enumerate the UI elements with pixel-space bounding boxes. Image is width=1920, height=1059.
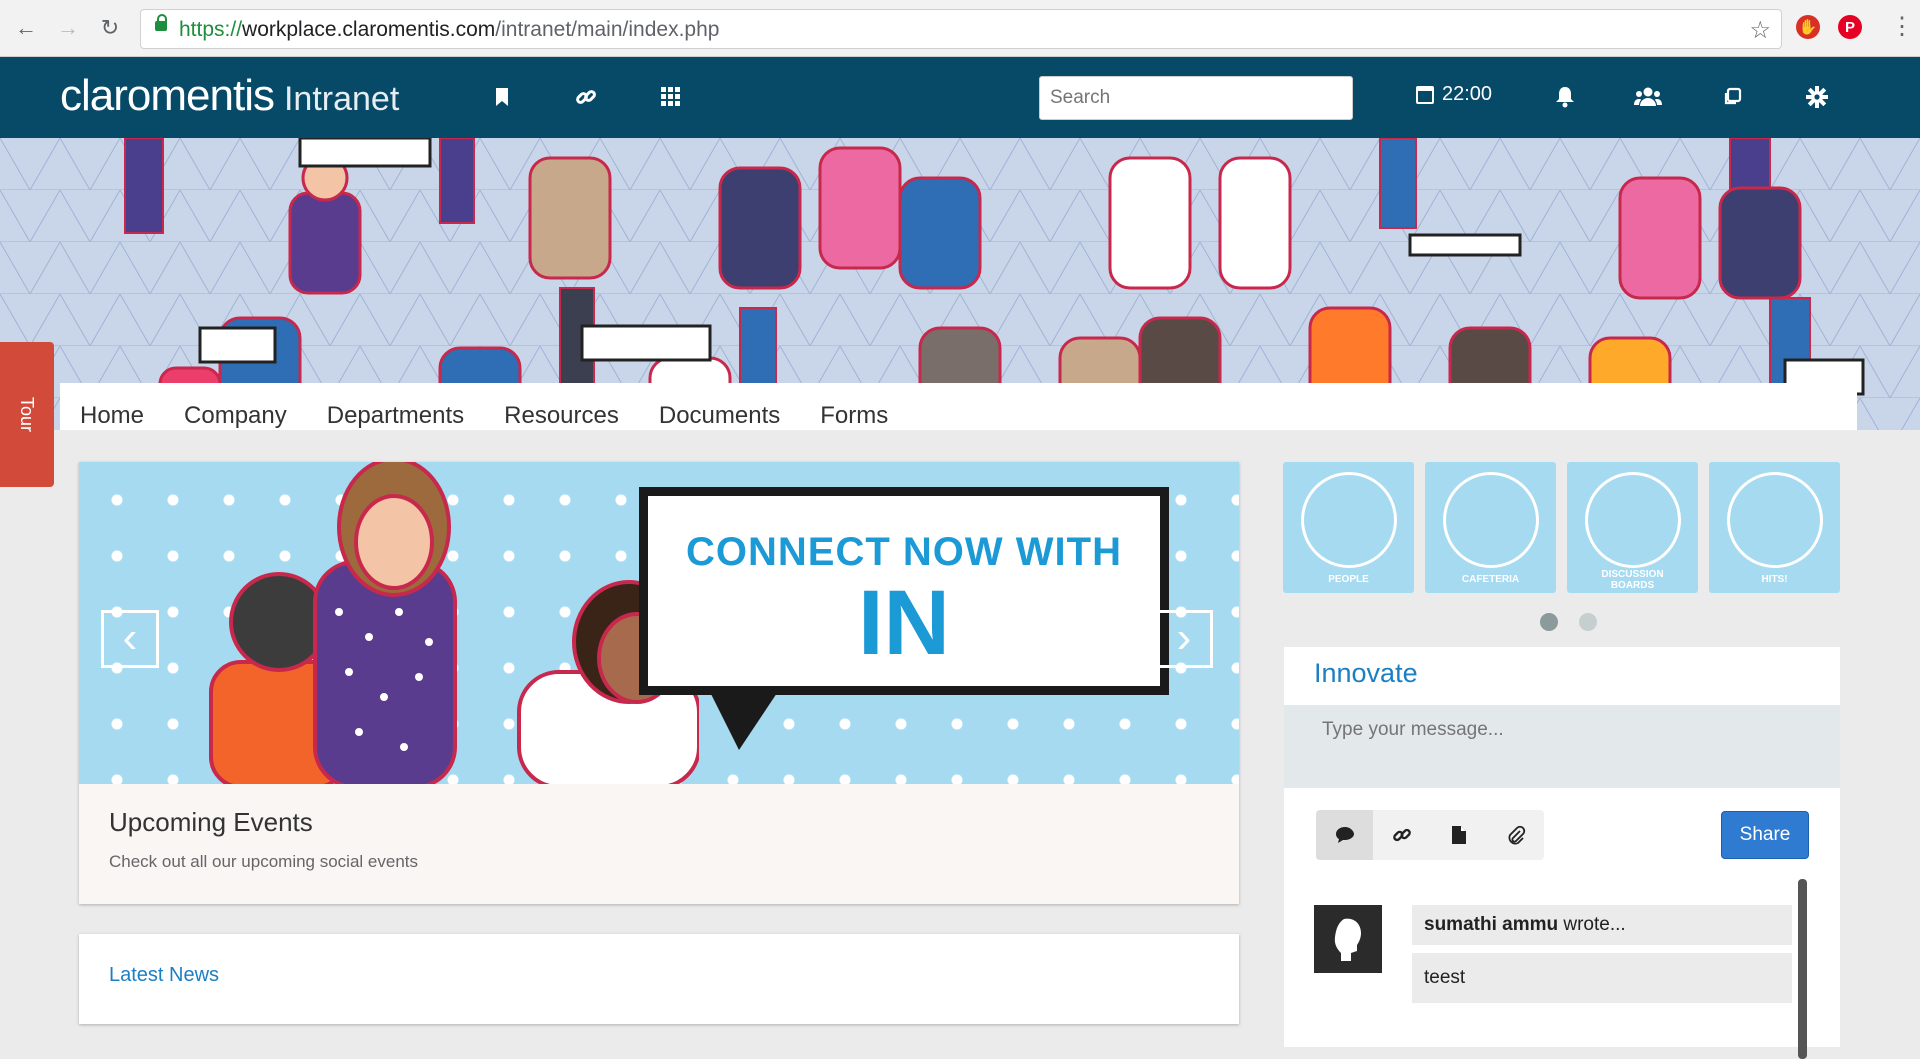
people-icon[interactable] — [1633, 82, 1663, 112]
banner-headline: CONNECT NOW WITH — [686, 530, 1122, 574]
latest-news-card: Latest News — [79, 934, 1239, 1024]
share-button[interactable]: Share — [1721, 811, 1809, 859]
url-text: https://workplace.claromentis.com/intran… — [179, 18, 720, 41]
nav-item-forms[interactable]: Forms — [820, 402, 888, 430]
search-input[interactable] — [1039, 76, 1353, 120]
carousel-prev-arrow-icon[interactable]: ‹ — [101, 610, 159, 668]
tile-discussion-boards[interactable]: DISCUSSION BOARDS — [1567, 462, 1698, 593]
lock-icon — [155, 14, 167, 31]
nav-item-documents[interactable]: Documents — [659, 402, 780, 430]
tile-people[interactable]: PEOPLE — [1283, 462, 1414, 593]
bookmark-star-icon[interactable]: ☆ — [1749, 16, 1771, 45]
avatar[interactable] — [1314, 905, 1382, 973]
nav-item-departments[interactable]: Departments — [327, 402, 464, 430]
carousel-description: Check out all our upcoming social events — [109, 852, 418, 871]
back-icon[interactable]: ← — [10, 12, 42, 44]
innovate-title: Innovate — [1314, 658, 1418, 688]
app-header: claromentisIntranet 22:00 — [0, 57, 1920, 138]
adblock-extension-icon[interactable]: ✋ — [1796, 15, 1820, 39]
discussion-boards-icon — [1585, 472, 1681, 568]
reload-icon[interactable]: ↻ — [94, 12, 126, 44]
browser-toolbar: ← → ↻ https://workplace.claromentis.com/… — [0, 0, 1920, 57]
people-illustration — [209, 462, 699, 784]
latest-news-title[interactable]: Latest News — [109, 964, 219, 987]
apps-grid-icon[interactable] — [656, 82, 686, 112]
speech-bubble-tail — [709, 690, 779, 750]
message-input[interactable] — [1284, 705, 1840, 788]
tour-label: Tour — [17, 396, 38, 433]
calendar-icon — [1416, 85, 1434, 104]
banner-headline-in: IN — [858, 572, 950, 674]
header-banner-illustration: Home Company Departments Resources Docum… — [0, 138, 1920, 430]
tile-hits[interactable]: HITS! — [1709, 462, 1840, 593]
speech-bubble-graphic: CONNECT NOW WITH IN — [639, 487, 1169, 695]
tile-label: PEOPLE — [1328, 574, 1369, 585]
nav-item-resources[interactable]: Resources — [504, 402, 619, 430]
carousel-title[interactable]: Upcoming Events — [109, 807, 418, 838]
feed-scrollbar[interactable] — [1798, 879, 1807, 1059]
nav-item-company[interactable]: Company — [184, 402, 287, 430]
calendar-clock[interactable]: 22:00 — [1416, 83, 1492, 106]
main-navigation: Home Company Departments Resources Docum… — [60, 383, 1857, 430]
comment-icon[interactable] — [1316, 810, 1373, 860]
cafeteria-icon — [1443, 472, 1539, 568]
tile-cafeteria[interactable]: CAFETERIA — [1425, 462, 1556, 593]
events-carousel: CONNECT NOW WITH IN ‹ › Upcoming Events … — [79, 462, 1239, 904]
tile-label: DISCUSSION BOARDS — [1601, 569, 1664, 591]
forward-icon[interactable]: → — [52, 12, 84, 44]
people-icon — [1301, 472, 1397, 568]
post-type-toolbar — [1316, 810, 1544, 860]
nav-item-home[interactable]: Home — [80, 402, 144, 430]
bell-icon[interactable] — [1550, 82, 1580, 112]
browser-menu-icon[interactable]: ⋮ — [1890, 12, 1914, 41]
tiles-pager-dot-active[interactable] — [1540, 613, 1558, 631]
pinterest-extension-icon[interactable]: P — [1838, 15, 1862, 39]
tile-label: CAFETERIA — [1461, 574, 1520, 585]
carousel-caption: Upcoming Events Check out all our upcomi… — [109, 807, 418, 872]
innovate-panel: Innovate Share sumathi ammu wrote... tee… — [1284, 647, 1840, 1059]
tiles-pager-dot[interactable] — [1579, 613, 1597, 631]
carousel-slide-image[interactable]: CONNECT NOW WITH IN ‹ › — [79, 462, 1239, 784]
link-icon[interactable] — [1373, 810, 1430, 860]
post-author[interactable]: sumathi ammu — [1424, 914, 1558, 936]
post-verb: wrote... — [1563, 914, 1626, 935]
bookmark-icon[interactable] — [487, 82, 517, 112]
exclamation-icon — [1727, 472, 1823, 568]
document-icon[interactable] — [1430, 810, 1487, 860]
paperclip-icon[interactable] — [1487, 810, 1544, 860]
logo[interactable]: claromentis Intranet — [60, 71, 399, 121]
link-icon[interactable] — [571, 82, 601, 112]
address-bar[interactable]: https://workplace.claromentis.com/intran… — [140, 9, 1782, 49]
gear-icon[interactable] — [1802, 82, 1832, 112]
windows-icon[interactable] — [1717, 82, 1747, 112]
carousel-next-arrow-icon[interactable]: › — [1155, 610, 1213, 668]
post-body: teest — [1412, 953, 1792, 1003]
post-header: sumathi ammu wrote... — [1412, 905, 1792, 945]
clock-time: 22:00 — [1442, 83, 1493, 105]
tile-label: HITS! — [1761, 574, 1788, 585]
tour-tab[interactable]: Tour — [0, 342, 54, 487]
